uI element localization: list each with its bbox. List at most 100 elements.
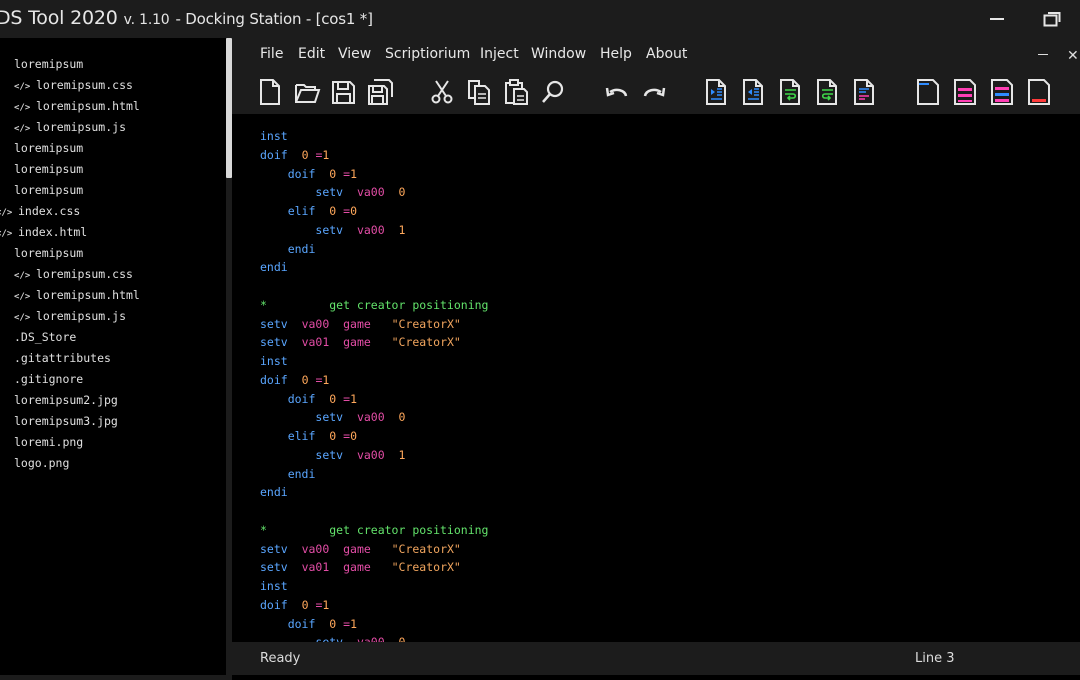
tree-item[interactable]: </> loremipsum.html	[14, 285, 140, 305]
menu-inject[interactable]: Inject	[480, 46, 519, 62]
save-all-icon[interactable]	[366, 78, 394, 106]
menu-view[interactable]: View	[338, 46, 371, 62]
code-line[interactable]: setv va00 0	[260, 408, 405, 427]
code-token: 0	[350, 429, 358, 443]
tree-item[interactable]: ▎loremipsum	[0, 180, 83, 200]
tree-item[interactable]: </> index.html	[0, 222, 87, 242]
code-line[interactable]: * get creator positioning	[260, 521, 488, 540]
code-line[interactable]: doif 0 =1	[260, 596, 329, 615]
wrap-icon[interactable]	[776, 78, 804, 106]
search-icon[interactable]	[540, 78, 568, 106]
code-line[interactable]: doif 0 =1	[260, 371, 329, 390]
panel-minimize-icon[interactable]	[1038, 54, 1048, 55]
save-icon[interactable]	[329, 78, 357, 106]
undo-icon[interactable]	[603, 78, 631, 106]
code-token: doif	[287, 166, 316, 181]
tree-item[interactable]: ▎loremipsum	[0, 159, 83, 179]
new-file-icon[interactable]	[256, 78, 284, 106]
menu-about[interactable]: About	[646, 46, 687, 62]
tree-item[interactable]: </> loremipsum.css	[14, 264, 133, 284]
tree-item-label: index.css	[18, 204, 81, 218]
tree-item[interactable]: ▏loremi.png	[0, 432, 83, 452]
code-token: va00	[301, 316, 330, 331]
tree-item[interactable]: ▎loremipsum	[0, 243, 83, 263]
tree-item-label: loremipsum	[14, 162, 84, 176]
menu-file[interactable]: File	[260, 46, 283, 62]
panel-top-icon[interactable]	[914, 78, 942, 106]
menu-scriptiorium[interactable]: Scriptiorium	[385, 46, 470, 62]
tree-item[interactable]: ▏loremipsum2.jpg	[0, 390, 118, 410]
code-line[interactable]: doif 0 =1	[260, 146, 329, 165]
code-line[interactable]: elif 0 =0	[260, 202, 357, 221]
panel-split-icon[interactable]	[951, 78, 979, 106]
tree-item[interactable]: ▏.gitattributes	[0, 348, 111, 368]
cut-icon[interactable]	[428, 78, 456, 106]
tree-item[interactable]: </> loremipsum.css	[14, 75, 133, 95]
paste-icon[interactable]	[502, 78, 530, 106]
code-line[interactable]: setv va01 game "CreatorX"	[260, 333, 461, 352]
tree-item[interactable]: ▎loremipsum	[0, 54, 83, 74]
code-line[interactable]: endi	[260, 465, 316, 484]
code-line[interactable]: inst	[260, 127, 288, 146]
code-token: va00	[356, 185, 385, 200]
code-line[interactable]: setv va00 game "CreatorX"	[260, 540, 461, 559]
panel-bottom-icon[interactable]	[1025, 78, 1053, 106]
panel-list-icon[interactable]	[988, 78, 1016, 106]
tree-item-label: loremi.png	[14, 435, 84, 449]
copy-icon[interactable]	[465, 78, 493, 106]
code-line[interactable]: endi	[260, 258, 288, 277]
code-line[interactable]: setv va00 1	[260, 446, 405, 465]
code-line[interactable]: inst	[260, 352, 288, 371]
indent-icon[interactable]	[702, 78, 730, 106]
code-line[interactable]: setv va00 game "CreatorX"	[260, 315, 461, 334]
comment-icon[interactable]	[850, 78, 878, 106]
open-folder-icon[interactable]	[293, 78, 321, 106]
tree-item[interactable]: </> index.css	[0, 201, 80, 221]
code-line[interactable]: doif 0 =1	[260, 165, 357, 184]
panel-close-icon[interactable]: ✕	[1067, 47, 1079, 64]
menu-edit[interactable]: Edit	[298, 46, 325, 62]
code-line[interactable]: endi	[260, 240, 316, 259]
code-line[interactable]: endi	[260, 483, 288, 502]
tree-item[interactable]: </> loremipsum.js	[14, 306, 126, 326]
tree-item[interactable]: ▎loremipsum	[0, 138, 83, 158]
code-line[interactable]: inst	[260, 577, 288, 596]
minimize-icon[interactable]	[988, 9, 1008, 29]
code-editor[interactable]: inst doif 0 =1 doif 0 =1 setv va00 0 elif…	[232, 114, 1080, 680]
file-icon: ▏	[0, 371, 14, 391]
tree-item[interactable]: ▏.gitignore	[0, 369, 83, 389]
code-line[interactable]: doif 0 =1	[260, 615, 357, 634]
unwrap-icon[interactable]	[813, 78, 841, 106]
code-line[interactable]: setv va00 1	[260, 221, 405, 240]
restore-icon[interactable]	[1042, 9, 1062, 29]
menu-window[interactable]: Window	[531, 46, 586, 62]
tree-item[interactable]: </> loremipsum.js	[14, 117, 126, 137]
code-line[interactable]: * get creator positioning	[260, 296, 488, 315]
code-line[interactable]: setv va00 0	[260, 183, 405, 202]
code-line[interactable]: setv va01 game "CreatorX"	[260, 558, 461, 577]
tree-item[interactable]: ▏.DS_Store	[0, 327, 76, 347]
code-token: 1	[322, 372, 330, 387]
code-line[interactable]: elif 0 =0	[260, 427, 357, 446]
menu-help[interactable]: Help	[600, 46, 632, 62]
tree-item[interactable]: ▏logo.png	[0, 453, 69, 473]
redo-icon[interactable]	[640, 78, 668, 106]
outdent-icon[interactable]	[739, 78, 767, 106]
code-token: "CreatorX"	[391, 316, 461, 331]
status-bar: Ready Line 3	[232, 642, 1080, 675]
tree-item[interactable]: </> loremipsum.html	[14, 96, 140, 116]
tree-item[interactable]: ▏loremipsum3.jpg	[0, 411, 118, 431]
code-token: setv	[315, 410, 344, 425]
code-token: game	[343, 560, 371, 575]
code-token: va00	[301, 541, 330, 556]
code-line[interactable]: doif 0 =1	[260, 390, 357, 409]
